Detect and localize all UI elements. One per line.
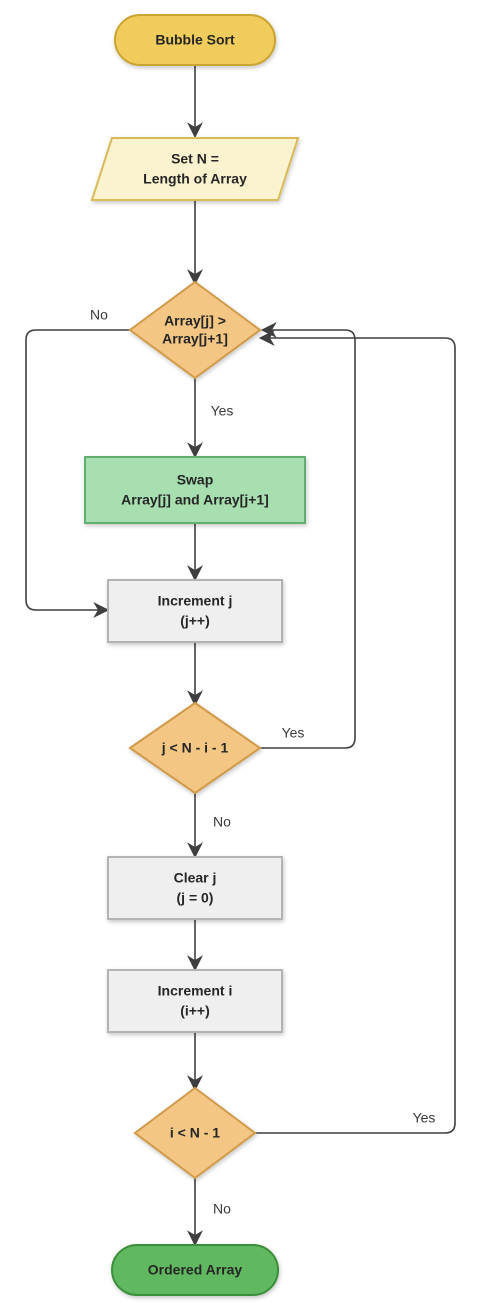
label-incj-l2: (j++)	[180, 613, 210, 629]
label-incj-l1: Increment j	[158, 593, 233, 609]
label-icond-no: No	[213, 1201, 231, 1217]
label-start: Bubble Sort	[155, 32, 235, 48]
label-jcond-no: No	[213, 814, 231, 830]
label-end: Ordered Array	[148, 1262, 243, 1278]
node-clearj: Clear j (j = 0)	[108, 857, 282, 919]
node-start: Bubble Sort	[115, 15, 275, 65]
flowchart-canvas: Yes No Yes No Yes No Bubble Sort Set N =…	[0, 0, 502, 1316]
label-cmp-yes: Yes	[211, 403, 234, 419]
node-icond: i < N - 1	[135, 1088, 255, 1178]
node-incj: Increment j (j++)	[108, 580, 282, 642]
label-swap-l1: Swap	[177, 472, 214, 488]
node-end: Ordered Array	[112, 1245, 278, 1295]
node-inci: Increment i (i++)	[108, 970, 282, 1032]
label-setn-l2: Length of Array	[143, 171, 247, 187]
label-jcond-yes: Yes	[282, 725, 305, 741]
label-clearj-l1: Clear j	[174, 870, 217, 886]
edge-jcond-cmp-yes	[260, 330, 355, 748]
label-cmp-l2: Array[j+1]	[162, 331, 228, 347]
label-clearj-l2: (j = 0)	[177, 890, 214, 906]
label-cmp-l1: Array[j] >	[164, 313, 226, 329]
node-setn: Set N = Length of Array	[92, 138, 298, 200]
label-inci-l1: Increment i	[158, 983, 233, 999]
label-cmp-no: No	[90, 307, 108, 323]
label-inci-l2: (i++)	[180, 1003, 210, 1019]
label-swap-l2: Array[j] and Array[j+1]	[121, 492, 269, 508]
label-icond-l1: i < N - 1	[170, 1125, 220, 1141]
label-icond-yes: Yes	[413, 1110, 436, 1126]
node-cmp: Array[j] > Array[j+1]	[130, 282, 260, 378]
label-setn-l1: Set N =	[171, 151, 219, 167]
node-swap: Swap Array[j] and Array[j+1]	[85, 457, 305, 523]
node-jcond: j < N - i - 1	[130, 703, 260, 793]
label-jcond-l1: j < N - i - 1	[161, 740, 229, 756]
